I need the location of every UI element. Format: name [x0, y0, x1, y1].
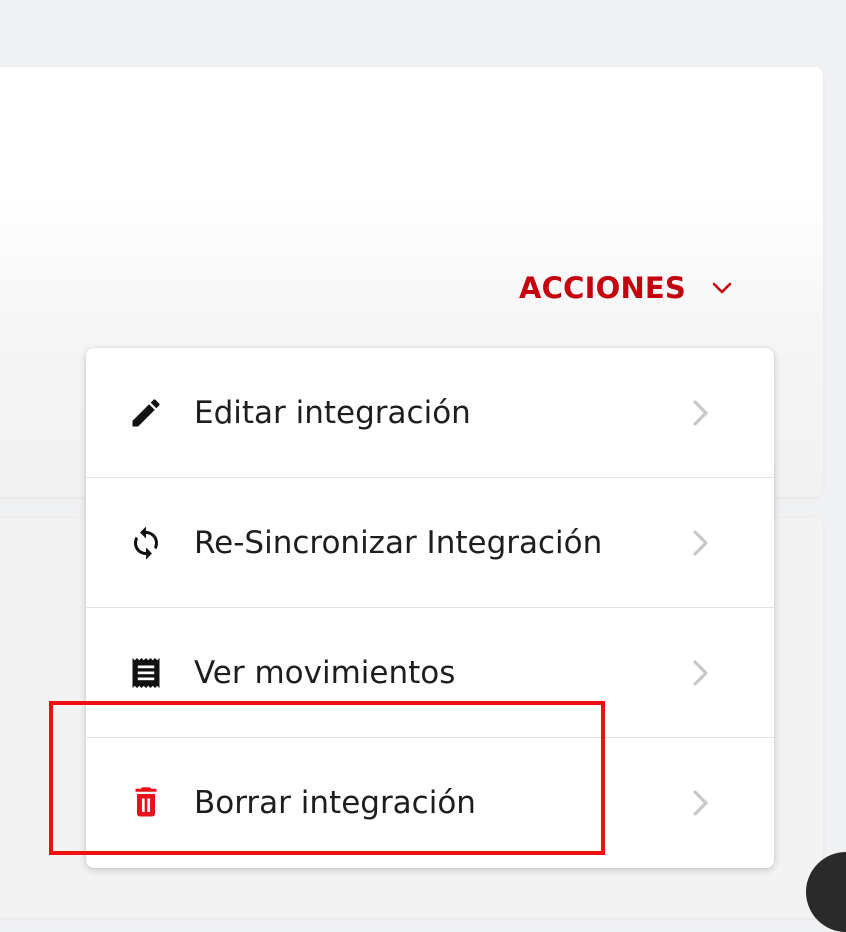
menu-item-label: Ver movimientos	[194, 654, 456, 691]
chevron-right-icon	[688, 785, 712, 821]
menu-item-label: Borrar integración	[194, 784, 476, 821]
menu-item-view-movements[interactable]: Ver movimientos	[86, 608, 774, 738]
receipt-icon	[128, 655, 164, 691]
menu-item-label: Re-Sincronizar Integración	[194, 524, 603, 561]
actions-label: ACCIONES	[519, 271, 687, 305]
menu-item-edit-integration[interactable]: Editar integración	[86, 348, 774, 478]
actions-menu: Editar integración Re-Sincronizar Integr…	[86, 348, 774, 868]
menu-item-label: Editar integración	[194, 394, 471, 431]
chevron-right-icon	[688, 525, 712, 561]
chevron-right-icon	[688, 655, 712, 691]
menu-item-delete-integration[interactable]: Borrar integración	[86, 738, 774, 867]
chevron-right-icon	[688, 395, 712, 431]
trash-icon	[128, 785, 164, 821]
pencil-icon	[128, 395, 164, 431]
chevron-down-icon	[712, 281, 732, 295]
menu-item-resync-integration[interactable]: Re-Sincronizar Integración	[86, 478, 774, 608]
sync-icon	[128, 525, 164, 561]
actions-dropdown-button[interactable]: ACCIONES	[519, 268, 732, 308]
